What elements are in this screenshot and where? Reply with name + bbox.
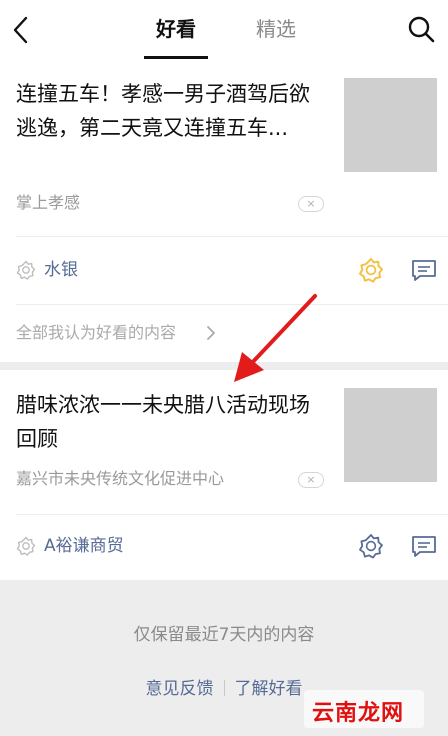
annotation-arrow-icon (220, 290, 330, 390)
feedback-link[interactable]: 意见反馈 (146, 679, 214, 699)
search-icon[interactable] (406, 14, 436, 44)
active-tab-indicator (144, 56, 208, 59)
tab-haokan[interactable]: 好看 (141, 14, 211, 44)
divider (16, 514, 448, 515)
comment-icon[interactable] (411, 259, 437, 283)
dismiss-icon[interactable]: × (298, 472, 324, 488)
top-bar: 好看 精选 (0, 0, 448, 60)
friend-name[interactable]: 水银 (44, 259, 78, 281)
article-title[interactable]: 腊味浓浓一一未央腊八活动现场回顾 (16, 388, 328, 456)
dismiss-icon[interactable]: × (298, 196, 324, 212)
footer-separator (223, 680, 225, 696)
wow-liked-icon[interactable] (358, 257, 384, 283)
friend-wow-icon (16, 260, 36, 280)
friend-wow-icon (16, 536, 36, 556)
learn-more-link[interactable]: 了解好看 (235, 679, 303, 699)
chevron-right-icon[interactable] (205, 325, 217, 341)
article-title[interactable]: 连撞五车！孝感一男子酒驾后欲逃逸，第二天竟又连撞五车... (16, 77, 328, 145)
retention-note: 仅保留最近7天内的内容 (133, 625, 315, 645)
see-all-link[interactable]: 全部我认为好看的内容 (16, 322, 176, 344)
article-thumbnail[interactable] (344, 388, 437, 482)
article-thumbnail[interactable] (344, 78, 437, 172)
friend-name[interactable]: A裕谦商贸 (44, 535, 124, 557)
wow-icon[interactable] (358, 533, 384, 559)
watermark-logo: 云南龙网 (312, 701, 405, 726)
divider (16, 236, 448, 237)
back-icon[interactable] (8, 12, 38, 48)
tab-jingxuan[interactable]: 精选 (241, 14, 311, 44)
article-card: 腊味浓浓一一未央腊八活动现场回顾 嘉兴市未央传统文化促进中心 × A裕谦商贸 (0, 370, 448, 580)
article-source: 嘉兴市未央传统文化促进中心 (16, 469, 225, 488)
comment-icon[interactable] (411, 535, 437, 559)
article-source: 掌上孝感 (16, 193, 81, 212)
